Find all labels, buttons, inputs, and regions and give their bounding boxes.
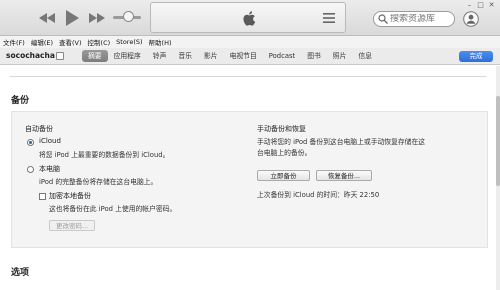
menu-help[interactable]: 帮助(H)	[149, 37, 172, 47]
tab-photos[interactable]: 照片	[327, 50, 353, 62]
change-password-button[interactable]: 更改密码...	[49, 220, 96, 231]
this-computer-radio[interactable]	[27, 166, 34, 173]
apple-logo-icon	[243, 11, 256, 26]
volume-knob[interactable]	[123, 11, 134, 22]
this-computer-description: iPod 的完整备份将存储在这台电脑上。	[39, 178, 158, 186]
tab-info[interactable]: 信息	[352, 50, 378, 62]
close-icon[interactable]: ✕	[487, 1, 496, 9]
icloud-radio[interactable]	[27, 139, 34, 146]
scrollbar-thumb[interactable]	[496, 96, 500, 186]
manual-backup-title: 手动备份和恢复	[257, 125, 306, 133]
this-computer-label[interactable]: 本电脑	[39, 164, 60, 174]
restore-backup-button[interactable]: 恢复备份...	[316, 170, 372, 181]
tab-books[interactable]: 图书	[301, 50, 327, 62]
tab-tones[interactable]: 铃声	[147, 50, 173, 62]
encrypt-label[interactable]: 加密本地备份	[49, 191, 91, 201]
account-icon[interactable]	[463, 11, 479, 27]
rewind-icon[interactable]	[38, 9, 56, 27]
backup-panel: 自动备份 iCloud 将您 iPod 上最重要的数据备份到 iCloud。 本…	[11, 111, 488, 248]
options-heading: 选项	[11, 268, 30, 278]
backup-heading: 备份	[11, 96, 30, 106]
tab-tv-shows[interactable]: 电视节目	[224, 50, 263, 62]
menu-bar: 文件(F) 编辑(E) 查看(V) 控制(C) Store(S) 帮助(H)	[0, 36, 500, 48]
status-display	[150, 2, 346, 33]
summary-content: 备份 自动备份 iCloud 将您 iPod 上最重要的数据备份到 iCloud…	[0, 66, 496, 290]
encrypt-description: 这也将备份在此 iPod 上使用的帐户密码。	[49, 205, 177, 213]
section-divider	[10, 76, 486, 77]
manual-backup-description-line1: 手动将您的 iPod 备份到这台电脑上或手动恢复存储在这	[257, 138, 426, 146]
minimize-icon[interactable]: –	[465, 1, 474, 9]
play-icon[interactable]	[62, 8, 82, 28]
encrypt-checkbox[interactable]	[39, 193, 46, 200]
top-toolbar: – □ ✕	[0, 0, 500, 36]
fast-forward-icon[interactable]	[88, 9, 106, 27]
icloud-description: 将您 iPod 上最重要的数据备份到 iCloud。	[39, 151, 170, 159]
playback-controls	[38, 8, 106, 28]
window-controls: – □ ✕	[465, 1, 496, 9]
tab-summary[interactable]: 摘要	[82, 50, 108, 62]
last-backup-time: 上次备份到 iCloud 的时间：昨天 22:50	[257, 191, 380, 199]
eject-icon[interactable]	[56, 52, 64, 60]
device-nav-bar: socochacha 摘要 应用程序 铃声 音乐 影片 电视节目 Podcast…	[0, 48, 500, 65]
manual-backup-description-line2: 台电脑上的备份。	[257, 149, 312, 157]
tab-movies[interactable]: 影片	[198, 50, 224, 62]
menu-edit[interactable]: 编辑(E)	[31, 37, 53, 47]
tab-music[interactable]: 音乐	[172, 50, 198, 62]
search-input[interactable]	[390, 14, 450, 24]
search-icon	[378, 14, 388, 24]
itunes-window: – □ ✕ 文件(F) 编辑(E) 查看(V) 控制(C) Store(S) 帮…	[0, 0, 500, 290]
done-button[interactable]: 完成	[459, 51, 493, 62]
device-tabs: 摘要 应用程序 铃声 音乐 影片 电视节目 Podcast 图书 照片 信息	[82, 50, 378, 62]
auto-backup-title: 自动备份	[25, 125, 53, 133]
maximize-icon[interactable]: □	[476, 1, 485, 9]
list-icon[interactable]	[323, 12, 335, 24]
volume-slider[interactable]	[113, 11, 141, 22]
device-name[interactable]: socochacha	[6, 51, 55, 60]
menu-file[interactable]: 文件(F)	[3, 37, 25, 47]
backup-now-button[interactable]: 立即备份	[257, 170, 310, 181]
menu-store[interactable]: Store(S)	[116, 38, 142, 46]
icloud-label[interactable]: iCloud	[39, 137, 61, 145]
menu-controls[interactable]: 控制(C)	[88, 37, 111, 47]
scrollbar[interactable]	[496, 66, 500, 290]
tab-apps[interactable]: 应用程序	[108, 50, 147, 62]
menu-view[interactable]: 查看(V)	[59, 37, 82, 47]
search-box[interactable]	[373, 11, 455, 27]
tab-podcast[interactable]: Podcast	[263, 50, 301, 62]
